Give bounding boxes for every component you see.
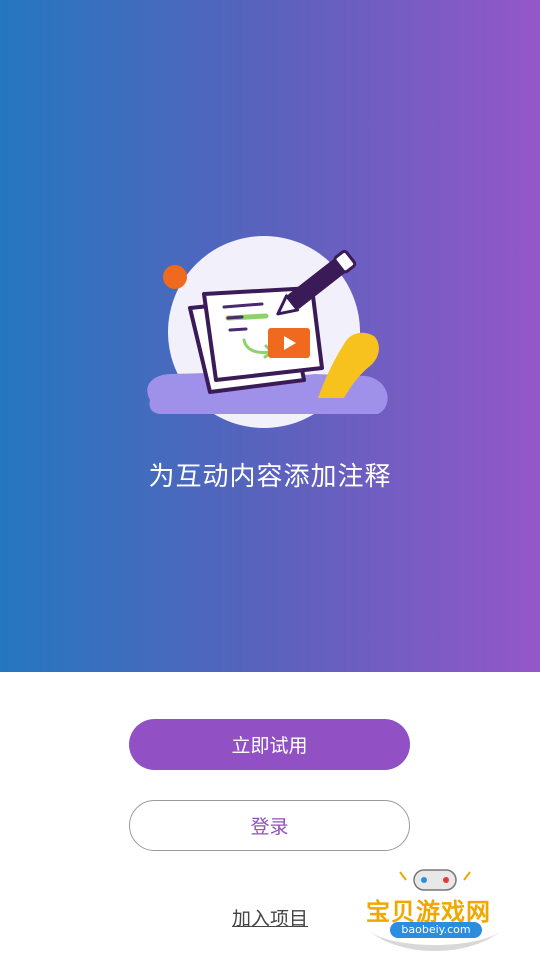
watermark-url: baobeiy.com bbox=[390, 922, 482, 938]
try-now-button[interactable]: 立即试用 bbox=[129, 719, 410, 770]
watermark: 宝贝游戏网 baobeiy.com bbox=[360, 866, 510, 958]
login-button[interactable]: 登录 bbox=[129, 800, 410, 851]
annotation-illustration bbox=[147, 236, 388, 428]
hero-tagline: 为互动内容添加注释 bbox=[148, 462, 392, 492]
hero-banner: 为互动内容添加注释 bbox=[0, 0, 540, 672]
